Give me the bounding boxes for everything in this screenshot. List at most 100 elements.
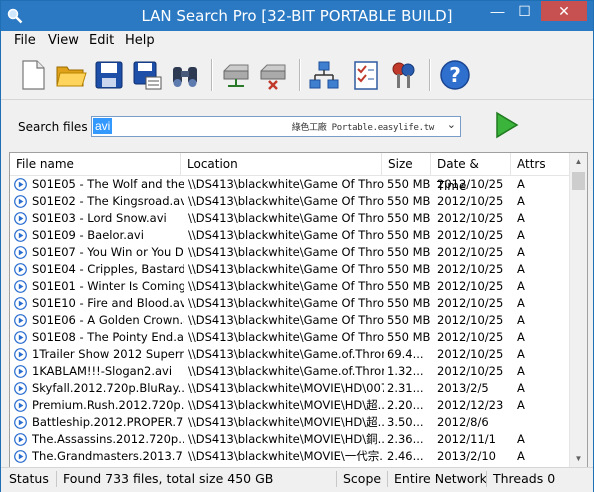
location-cell: \\DS413\blackwhite\Game Of Thron... (188, 279, 384, 293)
scope-value: Entire Network (394, 471, 487, 486)
vertical-scrollbar[interactable]: ▲ ▼ (569, 153, 587, 467)
status-label: Status (9, 471, 49, 486)
attrs-cell (517, 414, 557, 431)
table-row[interactable]: 1KABLAM!!!-Slogan2.avi \\DS413\blackwhite… (10, 363, 570, 380)
attrs-cell: A (517, 432, 525, 446)
video-file-icon (14, 314, 27, 327)
table-row[interactable]: S01E04 - Cripples, Bastard... \\DS413\bla… (10, 261, 570, 278)
chevron-down-icon[interactable]: ⌄ (447, 118, 456, 131)
maximize-button[interactable]: ☐ (511, 1, 538, 21)
menu-help[interactable]: Help (125, 33, 155, 48)
column-date-time[interactable]: Date & Time (431, 153, 511, 193)
binoculars-icon[interactable] (169, 59, 201, 91)
location-cell: \\DS413\blackwhite\MOVIE\一代宗... (188, 449, 384, 463)
file-name-cell: S01E02 - The Kingsroad.avi (32, 194, 184, 208)
table-row[interactable]: S01E07 - You Win or You Di... \\DS413\bla… (10, 244, 570, 261)
table-row[interactable]: S01E08 - The Pointy End.avi \\DS413\black… (10, 329, 570, 346)
checklist-icon[interactable] (350, 59, 382, 91)
status-separator (486, 471, 487, 487)
attrs-cell: A (517, 194, 525, 208)
size-cell: 550 MB (387, 194, 431, 208)
column-file-name[interactable]: File name (10, 153, 181, 175)
table-row[interactable]: S01E05 - The Wolf and the ... \\DS413\bla… (10, 176, 570, 193)
title-bar[interactable]: LAN Search Pro [32-BIT PORTABLE BUILD] —… (1, 1, 593, 31)
file-name-cell: S01E09 - Baelor.avi (32, 228, 144, 242)
scope-label: Scope (343, 471, 382, 486)
size-cell: 550 MB (387, 177, 431, 191)
open-folder-icon[interactable] (55, 59, 87, 91)
date-cell: 2012/10/25 (437, 330, 504, 344)
date-cell: 2013/2/10 (437, 449, 496, 463)
table-row[interactable]: The.Grandmasters.2013.7... \\DS413\blackw… (10, 448, 570, 465)
status-summary: Found 733 files, total size 450 GB (63, 471, 274, 486)
location-cell: \\DS413\blackwhite\Game Of Thron... (188, 330, 384, 344)
video-file-icon (14, 433, 27, 446)
location-cell: \\DS413\blackwhite\Game Of Thron... (188, 262, 384, 276)
table-row[interactable]: S01E09 - Baelor.avi \\DS413\blackwhite\Ga… (10, 227, 570, 244)
disconnect-drive-icon[interactable] (257, 59, 289, 91)
scroll-up-arrow-icon[interactable]: ▲ (570, 153, 587, 170)
attrs-cell: A (517, 364, 525, 378)
date-cell: 2012/10/25 (437, 296, 504, 310)
video-file-icon (14, 365, 27, 378)
table-row[interactable]: Battleship.2012.PROPER.7... \\DS413\black… (10, 414, 570, 431)
menu-file[interactable]: File (14, 33, 36, 48)
attrs-cell: A (517, 449, 525, 463)
table-row[interactable]: S01E06 - A Golden Crown.avi \\DS413\black… (10, 312, 570, 329)
scroll-down-arrow-icon[interactable]: ▼ (570, 450, 587, 467)
attrs-cell: A (517, 245, 525, 259)
column-attrs[interactable]: Attrs (511, 153, 570, 175)
video-file-icon (14, 348, 27, 361)
list-header: File name Location Size Date & Time Attr… (10, 153, 570, 193)
date-cell: 2013/2/5 (437, 381, 489, 395)
size-cell: 2.36... (387, 432, 424, 446)
minimize-button[interactable]: — (484, 1, 511, 21)
column-size[interactable]: Size (382, 153, 431, 175)
keys-icon[interactable] (388, 59, 420, 91)
search-bar: Search files avi 綠色工廠 Portable.easylife.… (1, 100, 593, 152)
menu-edit[interactable]: Edit (89, 33, 114, 48)
save-icon[interactable] (93, 59, 125, 91)
location-cell: \\DS413\blackwhite\MOVIE\HD\銅... (188, 432, 384, 446)
file-name-cell: 1Trailer Show 2012 Supern... (32, 347, 184, 361)
table-row[interactable]: Skyfall.2012.720p.BluRay.... \\DS413\blac… (10, 380, 570, 397)
column-location[interactable]: Location (181, 153, 382, 175)
connect-drive-icon[interactable] (220, 59, 252, 91)
date-cell: 2012/10/25 (437, 211, 504, 225)
date-cell: 2012/10/25 (437, 228, 504, 242)
table-row[interactable]: Premium.Rush.2012.720p.... \\DS413\blackw… (10, 397, 570, 414)
toolbar-separator (429, 59, 431, 91)
size-cell: 550 MB (387, 313, 431, 327)
table-row[interactable]: S01E10 - Fire and Blood.avi \\DS413\black… (10, 295, 570, 312)
results-list[interactable]: File name Location Size Date & Time Attr… (9, 152, 588, 468)
file-name-cell: S01E07 - You Win or You Di... (32, 245, 184, 259)
video-file-icon (14, 212, 27, 225)
table-row[interactable]: The.Assassins.2012.720p.... \\DS413\black… (10, 431, 570, 448)
table-row[interactable]: S01E01 - Winter Is Coming... \\DS413\blac… (10, 278, 570, 295)
date-cell: 2012/12/23 (437, 398, 504, 412)
table-row[interactable]: S01E02 - The Kingsroad.avi \\DS413\blackw… (10, 193, 570, 210)
file-name-cell: S01E05 - The Wolf and the ... (32, 177, 184, 191)
new-document-icon[interactable] (17, 59, 49, 91)
search-input[interactable]: avi 綠色工廠 Portable.easylife.tw ⌄ (91, 116, 461, 137)
video-file-icon (14, 263, 27, 276)
search-query[interactable]: avi (93, 118, 113, 134)
help-icon[interactable]: ? (439, 59, 471, 91)
video-file-icon (14, 280, 27, 293)
location-cell: \\DS413\blackwhite\Game Of Thron... (188, 194, 384, 208)
menu-view[interactable]: View (48, 33, 79, 48)
table-row[interactable]: S01E03 - Lord Snow.avi \\DS413\blackwhite… (10, 210, 570, 227)
save-as-icon[interactable] (131, 59, 163, 91)
file-name-cell: Premium.Rush.2012.720p.... (32, 398, 184, 412)
video-file-icon (14, 450, 27, 463)
table-row[interactable]: 1Trailer Show 2012 Supern... \\DS413\blac… (10, 346, 570, 363)
play-icon[interactable] (492, 111, 520, 139)
size-cell: 550 MB (387, 296, 431, 310)
status-separator (56, 471, 57, 487)
close-button[interactable]: ✕ (541, 1, 587, 21)
scrollbar-thumb[interactable] (572, 172, 585, 190)
list-rows: S01E05 - The Wolf and the ... \\DS413\bla… (10, 176, 570, 465)
location-cell: \\DS413\blackwhite\MOVIE\HD\007.... (188, 381, 384, 395)
attrs-cell: A (517, 211, 525, 225)
network-icon[interactable] (308, 59, 340, 91)
